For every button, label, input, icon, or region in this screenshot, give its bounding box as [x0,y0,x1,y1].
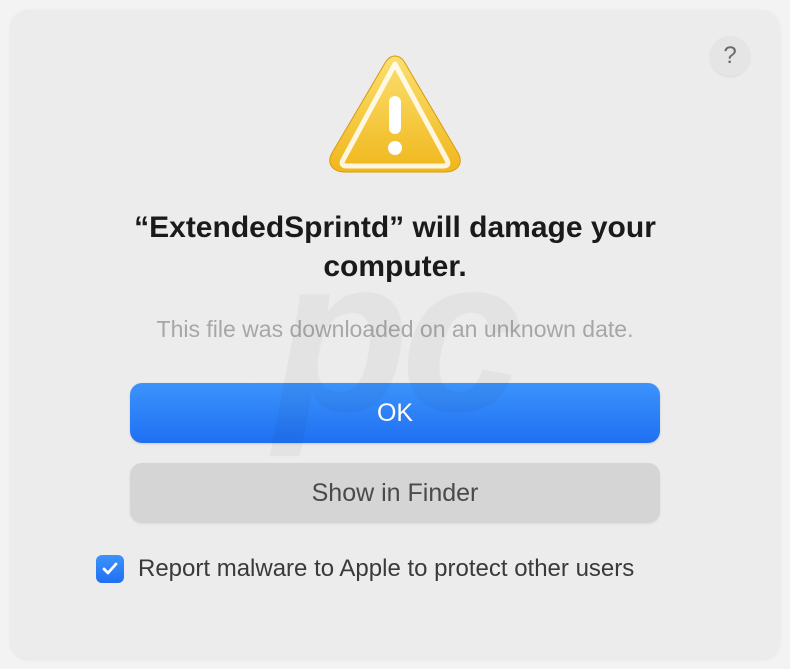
alert-subtext: This file was downloaded on an unknown d… [70,316,720,343]
show-in-finder-button[interactable]: Show in Finder [130,463,660,523]
ok-button[interactable]: OK [130,383,660,443]
report-malware-checkbox[interactable] [96,555,124,583]
warning-icon-container [70,50,720,180]
warning-triangle-icon [325,50,465,180]
alert-heading: “ExtendedSprintd” will damage your compu… [70,208,720,286]
report-malware-checkbox-row[interactable]: Report malware to Apple to protect other… [70,555,720,583]
report-malware-label: Report malware to Apple to protect other… [138,555,634,583]
help-button[interactable]: ? [710,36,750,76]
check-icon [101,560,119,578]
help-icon: ? [723,42,736,70]
alert-dialog: pc ? “ExtendedSprintd” will damage your … [10,10,780,659]
